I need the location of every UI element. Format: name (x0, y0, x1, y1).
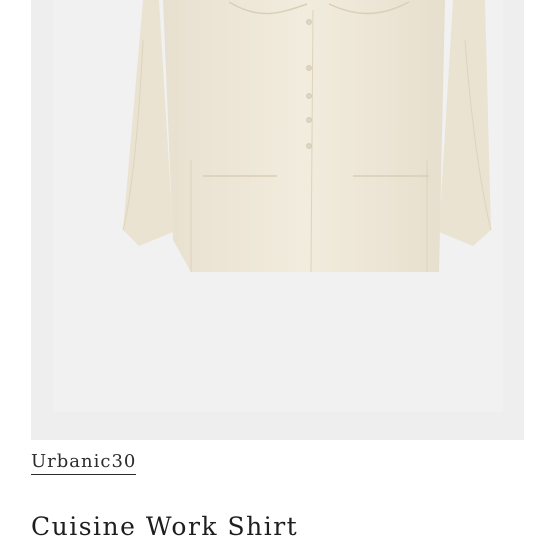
product-image (122, 0, 492, 273)
chevron-right-icon (523, 86, 524, 108)
product-title: Cuisine Work Shirt (31, 512, 299, 541)
product-image-gallery[interactable] (31, 0, 524, 440)
next-image-button[interactable] (517, 84, 524, 110)
brand-link[interactable]: Urbanic30 (31, 451, 137, 475)
